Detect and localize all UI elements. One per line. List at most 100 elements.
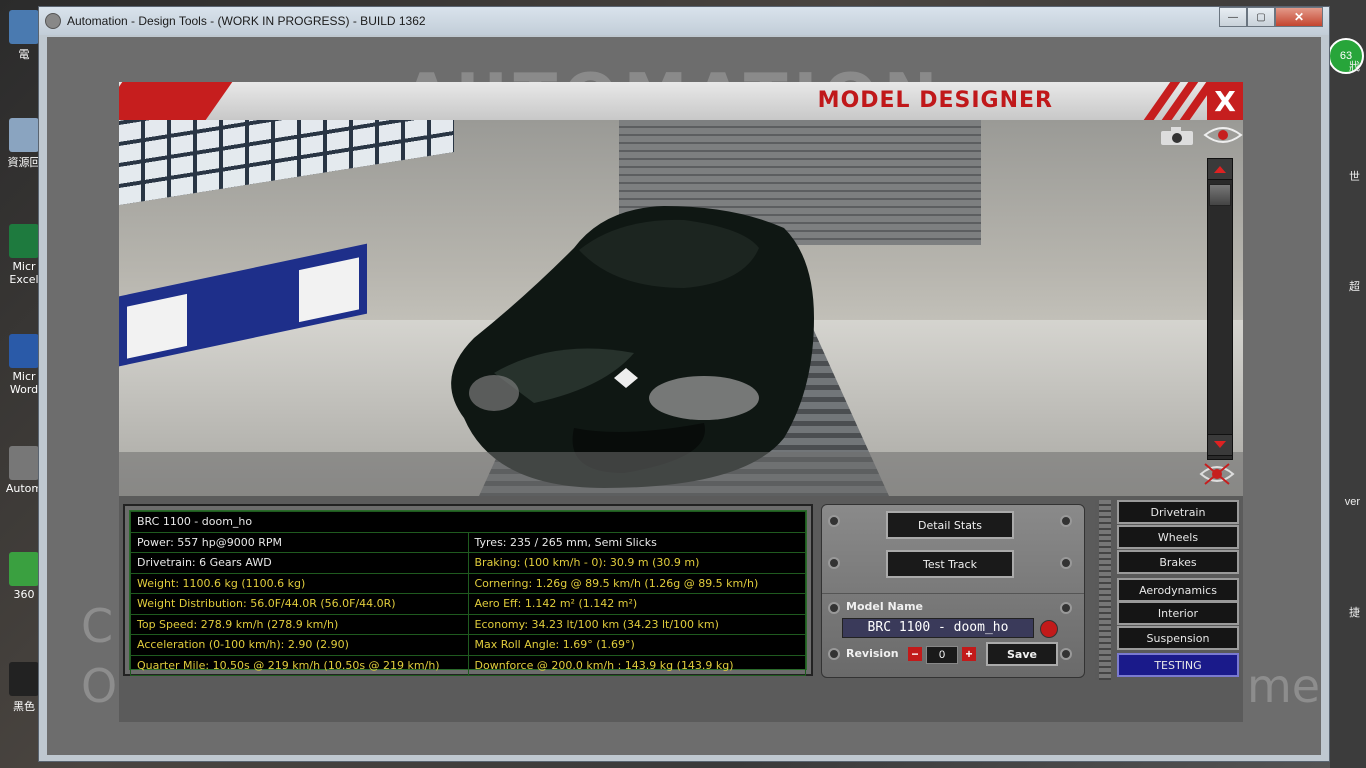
zoom-up-button[interactable]	[1207, 158, 1233, 180]
right-label: 世	[1349, 171, 1360, 183]
revision-decrement-button[interactable]: −	[908, 647, 922, 661]
stats-row: Quarter Mile: 10.50s @ 219 km/h (10.50s …	[130, 654, 806, 676]
right-label: 超	[1349, 281, 1360, 293]
stat-right: Tyres: 235 / 265 mm, Semi Slicks	[467, 531, 806, 553]
stats-row: Weight Distribution: 56.0F/44.0R (56.0F/…	[130, 593, 806, 615]
stat-right: Braking: (100 km/h - 0): 30.9 m (30.9 m)	[467, 552, 806, 574]
nav-interior-button[interactable]: Interior	[1117, 601, 1239, 625]
right-label: 戕	[1349, 61, 1360, 73]
excel-icon	[9, 224, 39, 258]
background-text: me	[1247, 659, 1321, 713]
bolt	[1060, 557, 1072, 569]
stat-right: Cornering: 1.26g @ 89.5 km/h (1.26g @ 89…	[467, 572, 806, 594]
bolt	[1060, 515, 1072, 527]
stat-left: Acceleration (0-100 km/h): 2.90 (2.90)	[130, 634, 469, 656]
stat-left: Quarter Mile: 10.50s @ 219 km/h (10.50s …	[130, 654, 469, 676]
nav-aerodynamics-button[interactable]: Aerodynamics	[1117, 578, 1239, 602]
stats-grid: BRC 1100 - doom_ho Power: 557 hp@9000 RPM…	[130, 511, 806, 676]
nav-drivetrain-button[interactable]: Drivetrain	[1117, 500, 1239, 524]
stat-left: Top Speed: 278.9 km/h (278.9 km/h)	[130, 613, 469, 635]
designer-bottom-panel: BRC 1100 - doom_ho Power: 557 hp@9000 RPM…	[119, 496, 1243, 722]
model-name-input[interactable]: BRC 1100 - doom_ho	[842, 618, 1034, 638]
background-text: C	[81, 599, 114, 653]
close-designer-button[interactable]: X	[1207, 82, 1243, 120]
car-3d-viewport[interactable]	[119, 120, 1243, 496]
desktop-icon-label: 黑色	[13, 700, 35, 713]
stats-row: Acceleration (0-100 km/h): 2.90 (2.90) Ma…	[130, 634, 806, 656]
nav-brakes-button[interactable]: Brakes	[1117, 550, 1239, 574]
zoom-slider-thumb[interactable]	[1209, 184, 1231, 206]
stats-frame: BRC 1100 - doom_ho Power: 557 hp@9000 RPM…	[123, 504, 813, 676]
designer-title: MODEL DESIGNER	[817, 88, 1053, 113]
model-designer-panel: MODEL DESIGNER X BRC 1100 - doom_ho Powe…	[119, 82, 1243, 722]
stats-row: Power: 557 hp@9000 RPM Tyres: 235 / 265 m…	[130, 531, 806, 553]
car-model	[451, 206, 814, 488]
desktop-icon-label: Autom	[5, 482, 43, 495]
nav-testing-button[interactable]: TESTING	[1117, 653, 1239, 677]
maximize-button[interactable]: ▢	[1247, 7, 1275, 27]
stat-right: Aero Eff: 1.142 m² (1.142 m²)	[467, 593, 806, 615]
zoom-down-button[interactable]	[1207, 434, 1233, 456]
header-stripe	[119, 82, 233, 120]
right-label: ver	[1344, 496, 1360, 508]
stat-left: BRC 1100 - doom_ho	[130, 511, 806, 533]
background-text: O	[81, 659, 118, 713]
title-bar[interactable]: Automation - Design Tools - (WORK IN PRO…	[39, 7, 1329, 35]
hide-view-icon[interactable]	[1199, 460, 1235, 488]
header-stripes	[1143, 82, 1217, 120]
nav-suspension-button[interactable]: Suspension	[1117, 626, 1239, 650]
window-controls: — ▢ ✕	[1219, 7, 1323, 27]
stat-right: Economy: 34.23 lt/100 km (34.23 lt/100 k…	[467, 613, 806, 635]
detail-stats-button[interactable]: Detail Stats	[886, 511, 1014, 539]
bolt	[1060, 648, 1072, 660]
bolt	[828, 557, 840, 569]
model-name-label: Model Name	[846, 600, 923, 613]
stats-row: Drivetrain: 6 Gears AWD Braking: (100 km/…	[130, 552, 806, 574]
camera-icon[interactable]	[1159, 126, 1195, 146]
desktop-icon-label: Micr Word	[9, 370, 39, 396]
revision-increment-button[interactable]: +	[962, 647, 976, 661]
minimize-button[interactable]: —	[1219, 7, 1247, 27]
designer-header: MODEL DESIGNER X	[119, 82, 1243, 120]
automation-icon	[9, 446, 39, 480]
desktop-icon-label: 電	[18, 48, 30, 61]
bolt	[828, 602, 840, 614]
revision-label: Revision	[846, 647, 899, 660]
stats-row: Weight: 1100.6 kg (1100.6 kg) Cornering: …	[130, 572, 806, 594]
shield-icon	[9, 552, 39, 586]
window-title: Automation - Design Tools - (WORK IN PRO…	[67, 14, 426, 28]
desktop-icon-label: 360	[13, 588, 35, 601]
word-icon	[9, 334, 39, 368]
stat-right: Downforce @ 200.0 km/h : 143.9 kg (143.9…	[467, 654, 806, 676]
design-nav-panel: Drivetrain Wheels Brakes Aerodynamics In…	[1095, 500, 1241, 680]
computer-icon	[9, 10, 39, 44]
game-icon	[9, 662, 39, 696]
right-label: 捷	[1349, 607, 1360, 619]
stats-table: BRC 1100 - doom_ho Power: 557 hp@9000 RPM…	[129, 510, 807, 676]
right-desktop-strip	[1330, 0, 1366, 768]
app-client-area: AUTOMATION C O me MODEL DESIGNER X	[47, 37, 1321, 755]
bolt	[1060, 602, 1072, 614]
revision-value[interactable]: 0	[926, 646, 958, 664]
test-track-button[interactable]: Test Track	[886, 550, 1014, 578]
stat-right: Max Roll Angle: 1.69° (1.69°)	[467, 634, 806, 656]
stat-left: Drivetrain: 6 Gears AWD	[130, 552, 469, 574]
nav-wheels-button[interactable]: Wheels	[1117, 525, 1239, 549]
actions-panel: Detail Stats Test Track Model Name BRC 1…	[821, 504, 1085, 678]
desktop-icon-label: Micr Excel	[9, 260, 39, 286]
app-icon	[45, 13, 61, 29]
desktop-icon-label: 資源回	[7, 156, 41, 169]
viewport-overlay	[119, 452, 1243, 496]
bolt	[828, 648, 840, 660]
stat-left: Weight Distribution: 56.0F/44.0R (56.0F/…	[130, 593, 469, 615]
stats-row: Top Speed: 278.9 km/h (278.9 km/h) Econom…	[130, 613, 806, 635]
app-window: Automation - Design Tools - (WORK IN PRO…	[38, 6, 1330, 762]
nav-rail	[1099, 500, 1111, 680]
bolt	[828, 515, 840, 527]
stats-row: BRC 1100 - doom_ho	[130, 511, 806, 533]
reset-name-icon[interactable]	[1040, 620, 1058, 638]
stat-left: Weight: 1100.6 kg (1100.6 kg)	[130, 572, 469, 594]
eye-icon[interactable]	[1203, 125, 1243, 145]
close-window-button[interactable]: ✕	[1275, 7, 1323, 27]
save-button[interactable]: Save	[986, 642, 1058, 666]
